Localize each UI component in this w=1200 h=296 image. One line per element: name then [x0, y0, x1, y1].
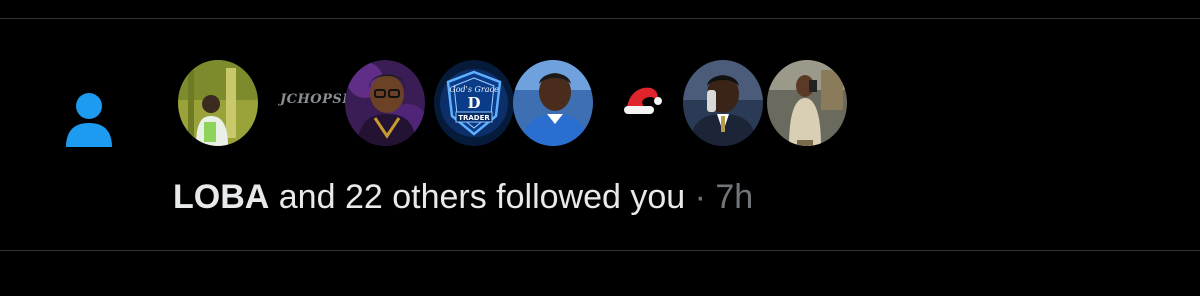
timestamp[interactable]: 7h [715, 178, 753, 216]
notification-text[interactable]: LOBA and 22 others followed you · 7h [173, 175, 753, 219]
follow-notification[interactable]: JCHOPSFX God's Grace D TRADER LOBA and 2… [0, 19, 1200, 250]
avatar-1[interactable] [178, 60, 258, 146]
svg-text:D: D [467, 94, 480, 112]
avatar-jchopsfx-logo[interactable]: JCHOPSFX [280, 88, 362, 112]
avatar-gods-grace-trader[interactable]: God's Grace D TRADER [434, 60, 514, 146]
avatar-8[interactable] [767, 60, 847, 146]
svg-text:TRADER: TRADER [458, 114, 490, 122]
avatar-7[interactable] [683, 60, 763, 146]
santa-hat-icon [624, 87, 662, 114]
notification-message: and 22 others followed you [269, 178, 686, 216]
avatar-row: JCHOPSFX God's Grace D TRADER [0, 19, 1200, 169]
separator-dot: · [685, 178, 716, 216]
bottom-divider [0, 250, 1200, 251]
svg-text:God's Grace: God's Grace [449, 85, 499, 94]
actor-name-link[interactable]: LOBA [173, 178, 269, 216]
avatar-3[interactable] [345, 60, 425, 146]
avatar-5[interactable] [513, 60, 593, 146]
